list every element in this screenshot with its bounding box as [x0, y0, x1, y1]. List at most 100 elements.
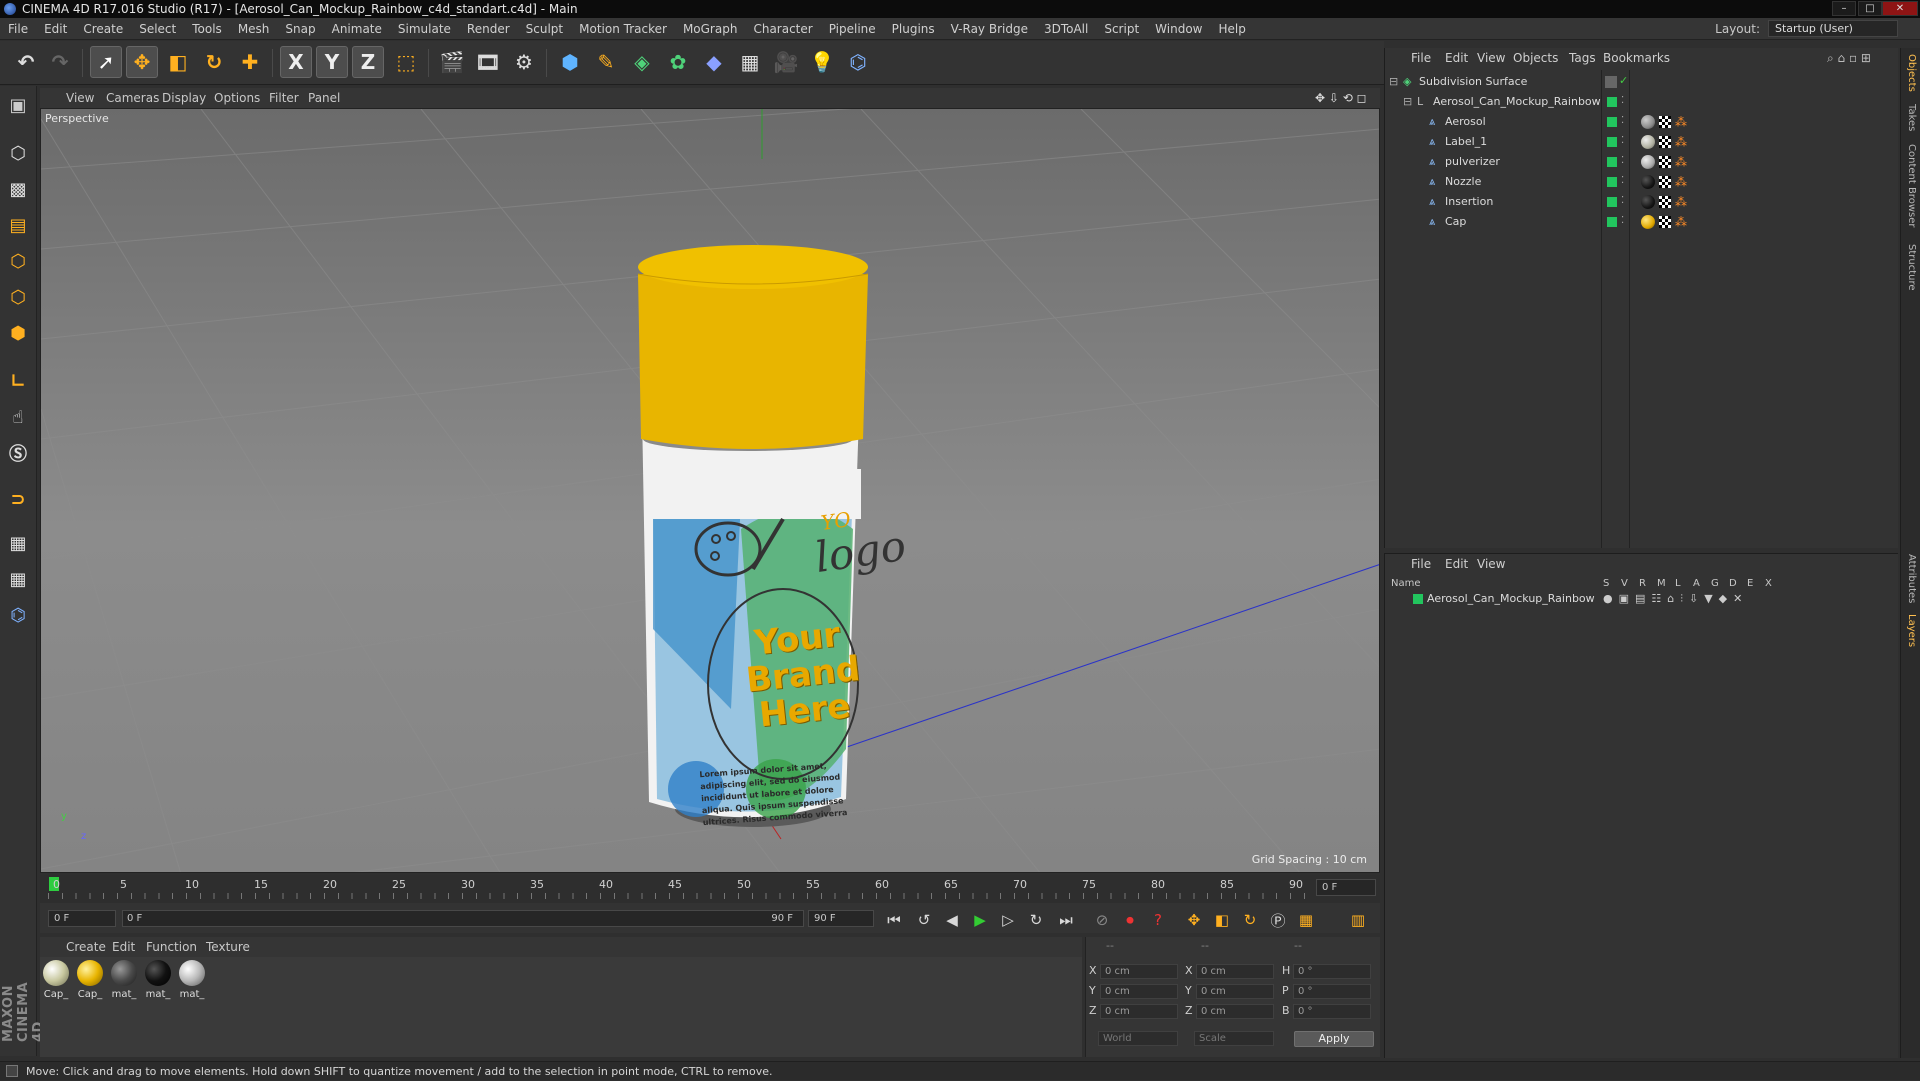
menu-tools[interactable]: Tools: [184, 18, 230, 40]
record-keys-icon[interactable]: ⊘: [1090, 909, 1114, 931]
viewport-menu-panel[interactable]: Panel: [308, 88, 340, 108]
visibility-dots-icon[interactable]: ⁚: [1621, 155, 1624, 166]
layers-menu-view[interactable]: View: [1477, 554, 1505, 574]
menu-file[interactable]: File: [0, 18, 36, 40]
close-button[interactable]: ✕: [1882, 1, 1918, 16]
menu-plugins[interactable]: Plugins: [884, 18, 943, 40]
objects-search-icon[interactable]: ⌕ ⌂ ▫ ⊞: [1827, 48, 1871, 68]
python-script-icon[interactable]: ⌬: [3, 600, 33, 630]
menu-select[interactable]: Select: [131, 18, 184, 40]
minimize-button[interactable]: –: [1832, 1, 1856, 16]
floor-icon[interactable]: ▦: [734, 46, 766, 78]
material-tag-icon[interactable]: [1641, 215, 1655, 229]
key-position-icon[interactable]: ✥: [1182, 909, 1206, 931]
tab-layers[interactable]: Layers: [1903, 614, 1919, 647]
grid-lock-icon[interactable]: ▦: [3, 528, 33, 558]
viewport-menu-cameras[interactable]: Cameras: [106, 88, 159, 108]
visibility-dots-icon[interactable]: ⁚: [1621, 195, 1624, 206]
menu-character[interactable]: Character: [745, 18, 820, 40]
rotation-p-field[interactable]: 0 °: [1293, 984, 1371, 999]
object-row-nozzle[interactable]: ⩓ Nozzle ⁚ ⁂: [1385, 172, 1899, 192]
position-z-field[interactable]: 0 cm: [1100, 1004, 1178, 1019]
perspective-viewport[interactable]: Perspective logo YO Your Brand Here Lore…: [40, 108, 1380, 873]
objects-menu-file[interactable]: File: [1411, 48, 1431, 68]
axis-mode-icon[interactable]: ∟: [3, 366, 33, 396]
x-axis-lock-icon[interactable]: X: [280, 46, 312, 78]
material-swatch[interactable]: mat_: [143, 960, 173, 1000]
visibility-dots-icon[interactable]: ⁚: [1621, 215, 1624, 226]
objects-menu-view[interactable]: View: [1477, 48, 1505, 68]
menu-snap[interactable]: Snap: [277, 18, 323, 40]
points-mode-icon[interactable]: ⬡: [3, 246, 33, 276]
menu-render[interactable]: Render: [459, 18, 518, 40]
material-tag-icon[interactable]: [1641, 195, 1655, 209]
edges-mode-icon[interactable]: ⬡: [3, 282, 33, 312]
material-tag-icon[interactable]: [1641, 155, 1655, 169]
model-mode-icon[interactable]: ⬡: [3, 138, 33, 168]
key-parameter-icon[interactable]: Ⓟ: [1266, 909, 1290, 931]
keyframe-selection-icon[interactable]: ?: [1146, 909, 1170, 931]
objects-menu-bookmarks[interactable]: Bookmarks: [1603, 48, 1670, 68]
live-selection-icon[interactable]: ➚: [90, 46, 122, 78]
phong-tag-icon[interactable]: ⁂: [1675, 115, 1687, 129]
coordinate-mode-dropdown[interactable]: World: [1098, 1031, 1178, 1046]
go-to-start-icon[interactable]: ⏮: [882, 909, 906, 931]
timeline-ruler[interactable]: 0 5 10 15 20 25 30 35 40 45 50 55 60 65 …: [40, 875, 1380, 903]
menu-script[interactable]: Script: [1096, 18, 1147, 40]
redo-icon[interactable]: ↷: [44, 46, 76, 78]
material-swatch[interactable]: Cap_: [41, 960, 71, 1000]
uvw-tag-icon[interactable]: [1659, 116, 1671, 128]
viewport-navigate-icon[interactable]: ✥ ⇩ ⟲ ◻: [1315, 88, 1367, 108]
objects-menu-tags[interactable]: Tags: [1569, 48, 1596, 68]
next-frame-icon[interactable]: ▷: [996, 909, 1020, 931]
tab-objects[interactable]: Objects: [1903, 54, 1919, 92]
menu-pipeline[interactable]: Pipeline: [821, 18, 884, 40]
material-swatch[interactable]: mat_: [177, 960, 207, 1000]
render-view-icon[interactable]: 🎬: [436, 46, 468, 78]
menu-animate[interactable]: Animate: [324, 18, 390, 40]
material-swatch[interactable]: Cap_: [75, 960, 105, 1000]
previous-frame-icon[interactable]: ◀: [940, 909, 964, 931]
transform-tool-icon[interactable]: ✚: [234, 46, 266, 78]
layers-menu-file[interactable]: File: [1411, 554, 1431, 574]
python-icon[interactable]: ⌬: [842, 46, 874, 78]
menu-vray-bridge[interactable]: V-Ray Bridge: [943, 18, 1036, 40]
apply-button[interactable]: Apply: [1294, 1031, 1374, 1047]
key-rotation-icon[interactable]: ↻: [1238, 909, 1262, 931]
autokey-icon[interactable]: ⏺: [1118, 909, 1142, 931]
collapse-toggle-icon[interactable]: ⊟: [1403, 96, 1415, 108]
current-frame-field[interactable]: 0 F: [1316, 879, 1376, 896]
material-menu-function[interactable]: Function: [146, 937, 197, 957]
cloner-icon[interactable]: ✿: [662, 46, 694, 78]
uvw-tag-icon[interactable]: [1659, 196, 1671, 208]
material-swatch[interactable]: mat_: [109, 960, 139, 1000]
uvw-tag-icon[interactable]: [1659, 176, 1671, 188]
tab-structure[interactable]: Structure: [1903, 244, 1919, 291]
object-row-subdivision-surface[interactable]: ⊟ ◈ Subdivision Surface ✓: [1385, 72, 1899, 92]
menu-mesh[interactable]: Mesh: [230, 18, 278, 40]
material-tag-icon[interactable]: [1641, 175, 1655, 189]
scale-tool-icon[interactable]: ◧: [162, 46, 194, 78]
menu-help[interactable]: Help: [1210, 18, 1253, 40]
viewport-menu-options[interactable]: Options: [214, 88, 260, 108]
material-menu-texture[interactable]: Texture: [206, 937, 250, 957]
layer-toggle-icons[interactable]: ●▣▤☷⌂⫶⇩▼◆✕: [1603, 592, 1748, 606]
tab-takes[interactable]: Takes: [1903, 104, 1919, 131]
phong-tag-icon[interactable]: ⁂: [1675, 155, 1687, 169]
move-tool-icon[interactable]: ✥: [126, 46, 158, 78]
render-picture-viewer-icon[interactable]: 🎞: [472, 46, 504, 78]
menu-mograph[interactable]: MoGraph: [675, 18, 746, 40]
timeline-window-icon[interactable]: ▥: [1346, 909, 1370, 931]
material-menu-edit[interactable]: Edit: [112, 937, 135, 957]
play-icon[interactable]: ▶: [968, 909, 992, 931]
object-row-label-1[interactable]: ⩓ Label_1 ⁚ ⁂: [1385, 132, 1899, 152]
pen-spline-icon[interactable]: ✎: [590, 46, 622, 78]
menu-window[interactable]: Window: [1147, 18, 1210, 40]
workplane-lock-icon[interactable]: ▦: [3, 564, 33, 594]
rotation-b-field[interactable]: 0 °: [1293, 1004, 1371, 1019]
previous-keyframe-icon[interactable]: ↺: [912, 909, 936, 931]
maximize-button[interactable]: □: [1858, 1, 1882, 16]
uvw-tag-icon[interactable]: [1659, 156, 1671, 168]
camera-icon[interactable]: 🎥: [770, 46, 802, 78]
collapse-toggle-icon[interactable]: ⊟: [1389, 76, 1401, 88]
